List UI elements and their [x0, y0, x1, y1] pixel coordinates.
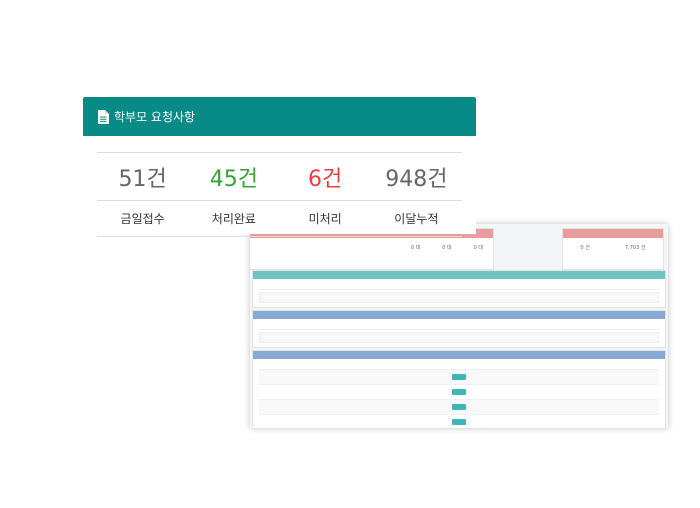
- bg-panel-teal: [252, 270, 666, 308]
- bg-panel-table: [252, 350, 666, 428]
- stat-label-unprocessed: 미처리: [308, 212, 342, 226]
- bg-row-button[interactable]: [452, 374, 466, 380]
- bg-panel-columns: [259, 279, 659, 290]
- stat-cell-unprocessed: 6건: [280, 153, 371, 200]
- stat-value-completed: 45건: [209, 166, 258, 192]
- table-row: [259, 415, 659, 428]
- bg-panel-blue: [252, 310, 666, 348]
- bg-row-button[interactable]: [452, 419, 466, 425]
- bg-panel-empty-row: [259, 332, 659, 343]
- stats-values-row: 51건 45건 6건 948건: [97, 153, 462, 201]
- table-row: [259, 400, 659, 415]
- stat-cell-today: 51건: [97, 153, 188, 200]
- bg-stat-value: 0 대: [473, 245, 483, 251]
- bg-panel-header: [253, 351, 665, 359]
- bg-row-button[interactable]: [452, 389, 466, 395]
- stats-table: 51건 45건 6건 948건 금일접수 처리완료 미처리 이달누적: [97, 152, 462, 237]
- bg-panel-columns: [259, 319, 659, 330]
- bg-panel-header: [253, 311, 665, 319]
- bg-panel-columns: [259, 359, 659, 370]
- stat-label-completed: 처리완료: [211, 212, 256, 226]
- table-row: [259, 385, 659, 400]
- bg-summary-card-right: 0 건 7,703 건: [562, 228, 664, 270]
- stat-value-unprocessed: 6건: [308, 166, 343, 192]
- bg-panel-header: [253, 271, 665, 279]
- document-icon: [98, 109, 109, 124]
- parent-requests-card: 학부모 요청사항 51건 45건 6건 948건 금일접수 처리완료 미처리 이…: [83, 97, 476, 237]
- background-dashboard-screenshot: 0 대 0 대 0 대 0 건 7,703 건: [250, 224, 668, 428]
- stats-labels-row: 금일접수 처리완료 미처리 이달누적: [97, 201, 462, 237]
- bg-panel-empty-row: [259, 292, 659, 303]
- stat-value-today-received: 51건: [118, 166, 167, 192]
- stat-cell-month-total: 948건: [371, 153, 462, 200]
- bg-stat-value: 7,703 건: [624, 245, 646, 251]
- card-header: 학부모 요청사항: [83, 97, 476, 136]
- card-title: 학부모 요청사항: [114, 110, 196, 124]
- stat-label-today-received: 금일접수: [120, 212, 165, 226]
- bg-stat-value: 0 대: [442, 245, 452, 251]
- bg-stat-value: 0 건: [580, 245, 590, 251]
- bg-stat-value: 0 대: [410, 245, 421, 251]
- table-row: [259, 370, 659, 385]
- stat-label-month-total: 이달누적: [394, 212, 439, 226]
- bg-summary-card-header: [563, 229, 663, 238]
- bg-row-button[interactable]: [452, 404, 466, 410]
- stat-cell-completed: 45건: [188, 153, 279, 200]
- stat-value-month-total: 948건: [385, 166, 448, 192]
